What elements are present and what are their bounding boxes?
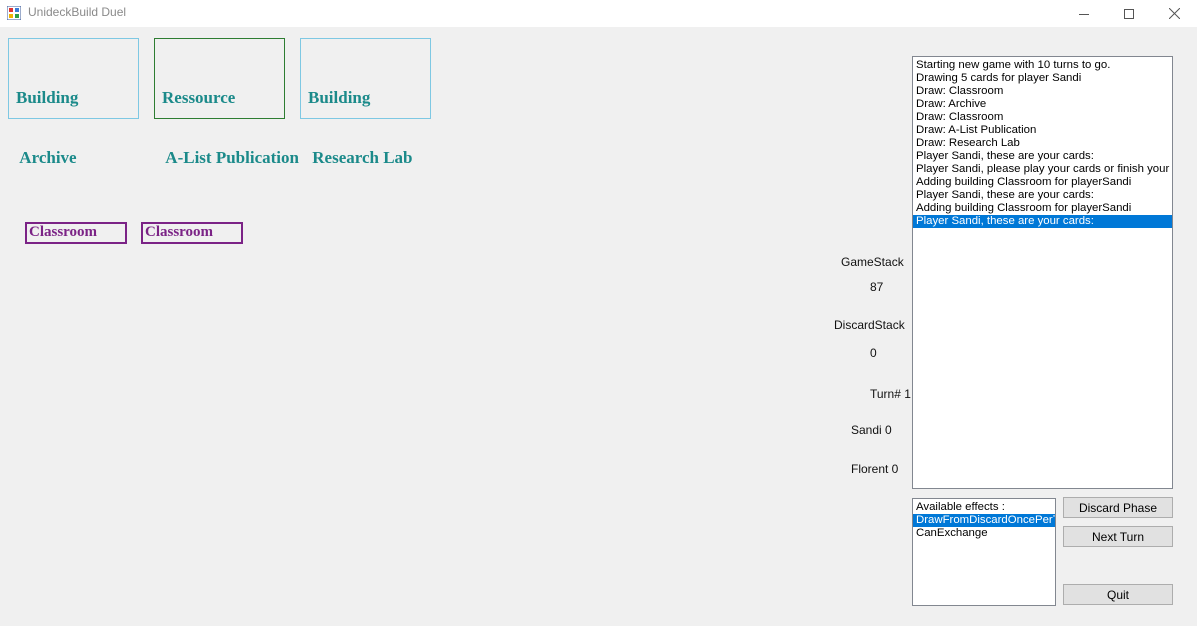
discard-stack-value: 0 (870, 346, 877, 360)
list-item[interactable]: Player Sandi, please play your cards or … (913, 163, 1172, 176)
list-item[interactable]: Draw: Classroom (913, 85, 1172, 98)
app-icon (7, 6, 21, 20)
game-stack-value: 87 (870, 280, 884, 294)
next-turn-button[interactable]: Next Turn (1063, 526, 1173, 547)
window-title: UnideckBuild Duel (28, 5, 127, 19)
effects-listbox[interactable]: Available effects : DrawFromDiscardOncePe… (912, 498, 1056, 606)
close-button[interactable] (1151, 0, 1197, 27)
hand-card-classroom[interactable]: Classroom (141, 222, 243, 244)
list-item[interactable]: Starting new game with 10 turns to go. (913, 59, 1172, 72)
minimize-button[interactable] (1061, 0, 1107, 27)
card-name-label: Archive (16, 148, 77, 167)
list-item[interactable]: Drawing 5 cards for player Sandi (913, 72, 1172, 85)
game-stack-label: GameStack (841, 255, 904, 269)
list-item[interactable]: Player Sandi, these are your cards: (913, 150, 1172, 163)
board-card-ressource-a-list-publication[interactable]: Ressource A-List Publication (154, 38, 299, 167)
list-item[interactable]: Adding building Classroom for playerSand… (913, 176, 1172, 189)
card-type-label: Building (308, 88, 371, 107)
list-item[interactable]: Player Sandi, these are your cards: (913, 215, 1172, 228)
player-sandi-score: Sandi 0 (851, 423, 892, 437)
card-name-label: Research Lab (308, 148, 413, 167)
card-name-label: A-List Publication (162, 148, 299, 167)
maximize-icon (1124, 8, 1134, 19)
quit-button[interactable]: Quit (1063, 584, 1173, 605)
title-bar[interactable]: UnideckBuild Duel (0, 0, 1197, 27)
list-item[interactable]: Draw: Research Lab (913, 137, 1172, 150)
maximize-button[interactable] (1106, 0, 1152, 27)
board-card-building-archive[interactable]: Building Archive (8, 38, 139, 167)
list-item[interactable]: Draw: Classroom (913, 111, 1172, 124)
list-item[interactable]: DrawFromDiscardOncePerTurn (913, 514, 1055, 527)
turn-counter: Turn# 1 (870, 387, 911, 401)
player-florent-score: Florent 0 (851, 462, 899, 476)
list-item[interactable]: Adding building Classroom for playerSand… (913, 202, 1172, 215)
card-type-label: Ressource (162, 88, 236, 107)
card-type-label: Building (16, 88, 79, 107)
close-icon (1168, 8, 1180, 19)
discard-stack-label: DiscardStack (834, 318, 905, 332)
minimize-icon (1079, 13, 1089, 15)
list-item[interactable]: CanExchange (913, 527, 1055, 540)
app-window: UnideckBuild Duel Building Archive Resso… (0, 0, 1197, 626)
list-item[interactable]: Draw: Archive (913, 98, 1172, 111)
hand-card-classroom[interactable]: Classroom (25, 222, 127, 244)
list-item[interactable]: Draw: A-List Publication (913, 124, 1172, 137)
discard-phase-button[interactable]: Discard Phase (1063, 497, 1173, 518)
game-log-listbox[interactable]: Starting new game with 10 turns to go. Dr… (912, 56, 1173, 489)
list-item[interactable]: Available effects : (913, 501, 1055, 514)
board-card-building-research-lab[interactable]: Building Research Lab (300, 38, 431, 167)
list-item[interactable]: Player Sandi, these are your cards: (913, 189, 1172, 202)
